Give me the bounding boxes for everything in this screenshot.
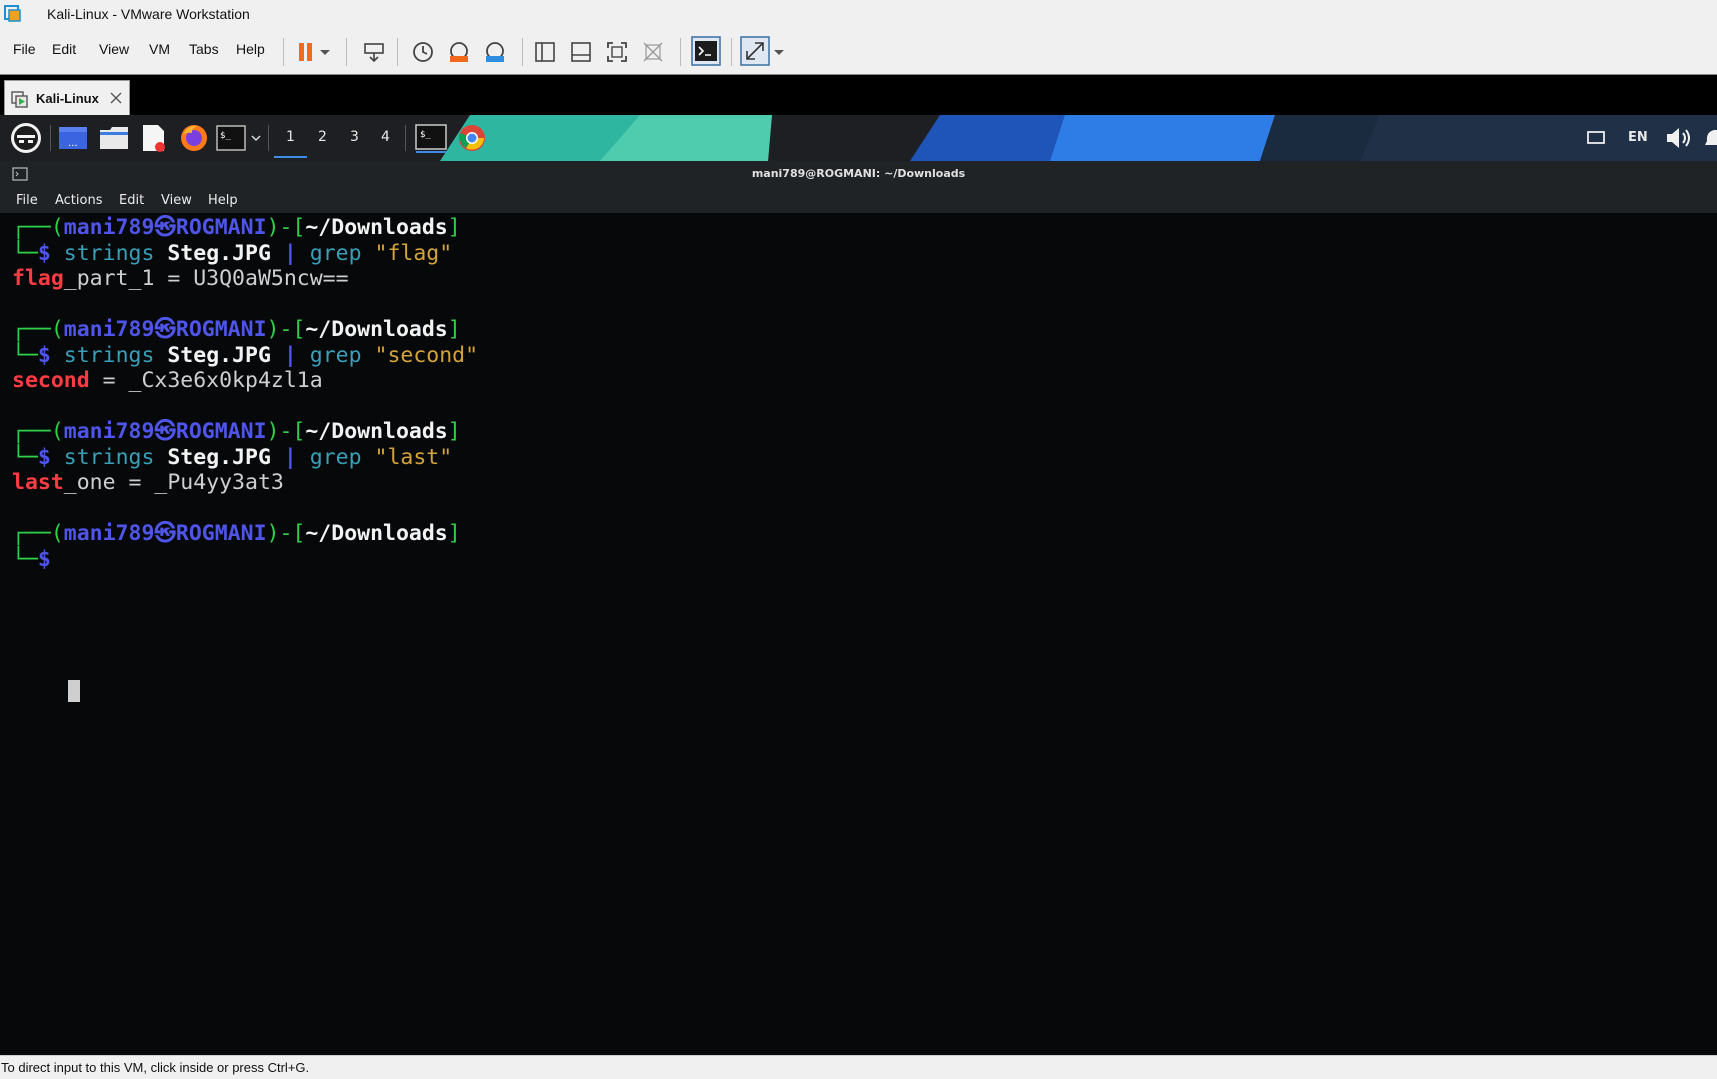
toolbar-separator: [397, 38, 398, 66]
show-library-icon[interactable]: [532, 39, 558, 65]
menu-file[interactable]: File: [13, 41, 36, 57]
command-output: last_one = _Pu4yy3at3: [12, 470, 284, 495]
unity-mode-icon[interactable]: [640, 39, 666, 65]
full-screen-icon[interactable]: [604, 39, 630, 65]
console-view-icon[interactable]: [691, 36, 721, 66]
revert-snapshot-icon[interactable]: [446, 39, 472, 65]
stretch-dropdown-icon[interactable]: [772, 39, 786, 65]
vmware-titlebar: Kali-Linux - VMware Workstation: [0, 0, 1717, 30]
volume-icon[interactable]: [1664, 125, 1694, 151]
text-editor-icon[interactable]: [140, 123, 168, 153]
send-ctrl-alt-del-icon[interactable]: [361, 39, 387, 65]
terminal-output[interactable]: ┌──(mani789㉿ROGMANI)-[~/Downloads] └─$ s…: [0, 213, 1717, 1055]
notification-icon[interactable]: [1704, 125, 1717, 151]
panel-separator: [50, 125, 51, 151]
keyboard-layout-indicator[interactable]: EN: [1628, 130, 1648, 145]
prompt-line: ┌──(mani789㉿ROGMANI)-[~/Downloads]: [12, 419, 461, 444]
pause-icon[interactable]: [293, 39, 319, 65]
prompt-line: ┌──(mani789㉿ROGMANI)-[~/Downloads]: [12, 317, 461, 342]
workspace-active-indicator: [274, 156, 307, 158]
svg-text:$_: $_: [420, 130, 431, 140]
command-line-current[interactable]: └─$: [12, 547, 51, 573]
terminal-menubar: File Actions Edit View Help: [0, 187, 1717, 214]
task-chrome-icon[interactable]: [457, 123, 487, 153]
thumbnail-bar-icon[interactable]: [568, 39, 594, 65]
task-terminal-icon[interactable]: $_: [414, 123, 448, 153]
close-tab-icon[interactable]: [109, 91, 123, 105]
toolbar-separator: [283, 38, 284, 66]
terminal-cursor: [68, 680, 80, 702]
menu-tabs[interactable]: Tabs: [189, 41, 219, 57]
guest-screen[interactable]: KALI ...: [0, 115, 1717, 1055]
file-manager-icon[interactable]: [98, 124, 130, 152]
snapshot-manager-icon[interactable]: [482, 39, 508, 65]
terminal-menu-help[interactable]: Help: [208, 193, 238, 208]
menu-help[interactable]: Help: [236, 41, 265, 57]
svg-text:...: ...: [68, 138, 78, 149]
stretch-guest-icon[interactable]: [740, 36, 770, 66]
menu-edit[interactable]: Edit: [52, 41, 76, 57]
display-icon[interactable]: [1586, 129, 1606, 147]
status-text: To direct input to this VM, click inside…: [1, 1060, 310, 1075]
vmware-statusbar: To direct input to this VM, click inside…: [0, 1055, 1717, 1079]
vmware-logo-icon: [4, 5, 21, 22]
terminal-dropdown-icon[interactable]: [250, 132, 262, 144]
workspace-4[interactable]: 4: [381, 129, 390, 145]
vm-tab-strip: [0, 75, 1717, 115]
show-desktop-icon[interactable]: ...: [58, 125, 88, 151]
vm-tab-label: Kali-Linux: [36, 91, 99, 106]
command-output: flag_part_1 = U3Q0aW5ncw==: [12, 266, 349, 291]
workspace-3[interactable]: 3: [350, 129, 359, 145]
command-line: └─$ strings Steg.JPG | grep "last": [12, 445, 453, 470]
snapshot-icon[interactable]: [410, 39, 436, 65]
firefox-icon[interactable]: [179, 123, 209, 153]
toolbar-separator: [346, 38, 347, 66]
vmware-toolbar: File Edit View VM Tabs Help: [0, 29, 1717, 75]
kali-menu-icon[interactable]: [10, 122, 42, 154]
pause-dropdown-icon[interactable]: [318, 39, 332, 65]
terminal-menu-view[interactable]: View: [161, 193, 192, 208]
terminal-menu-edit[interactable]: Edit: [119, 193, 144, 208]
menu-vm[interactable]: VM: [149, 41, 170, 57]
terminal-menu-actions[interactable]: Actions: [55, 193, 103, 208]
workspace-2[interactable]: 2: [318, 129, 327, 145]
terminal-title: mani789@ROGMANI: ~/Downloads: [751, 167, 966, 180]
terminal-menu-file[interactable]: File: [16, 193, 38, 208]
command-line: └─$ strings Steg.JPG | grep "flag": [12, 241, 453, 266]
panel-separator: [268, 125, 269, 151]
window-title: Kali-Linux - VMware Workstation: [47, 6, 250, 22]
menu-view[interactable]: View: [99, 41, 129, 57]
toolbar-separator: [731, 38, 732, 66]
command-output: second = _Cx3e6x0kp4zl1a: [12, 368, 323, 393]
prompt-line: ┌──(mani789㉿ROGMANI)-[~/Downloads]: [12, 215, 461, 240]
terminal-launcher-icon[interactable]: $_: [216, 125, 246, 151]
workspace-1[interactable]: 1: [286, 129, 295, 145]
command-line: └─$ strings Steg.JPG | grep "second": [12, 343, 479, 368]
toolbar-separator: [522, 38, 523, 66]
panel-separator: [405, 125, 406, 151]
toolbar-separator: [680, 38, 681, 66]
prompt-line: ┌──(mani789㉿ROGMANI)-[~/Downloads]: [12, 521, 461, 546]
svg-text:$_: $_: [220, 131, 231, 141]
xfce-top-panel: ... $_ 1 2 3 4 $_ EN: [0, 115, 1717, 161]
vm-powered-on-icon: [11, 91, 28, 108]
